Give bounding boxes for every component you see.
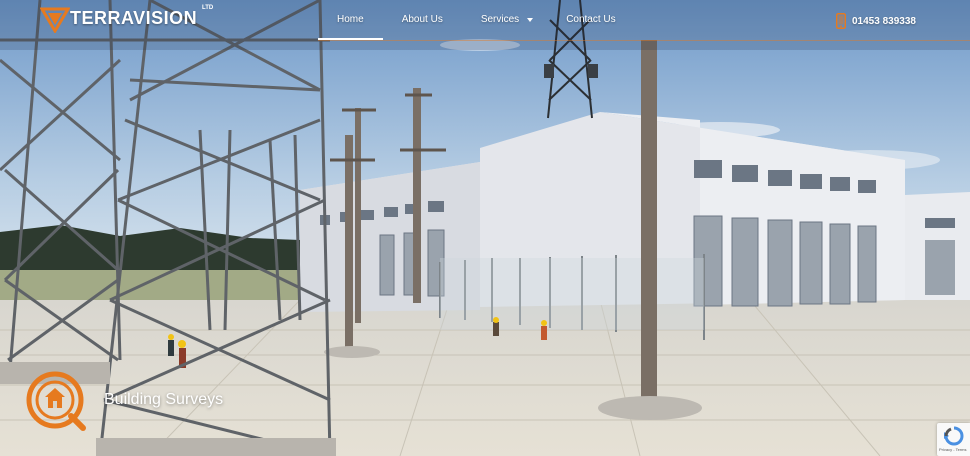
nav-item-home[interactable]: Home (318, 0, 383, 40)
terravision-logo[interactable]: TERRAVISION LTD (40, 5, 220, 37)
phone-number: 01453 839338 (852, 15, 916, 27)
nav-item-contact-us[interactable]: Contact Us (547, 0, 634, 40)
service-title: Building Surveys (104, 391, 224, 408)
nav-divider (318, 40, 970, 41)
hero-background-scene (0, 0, 970, 456)
recaptcha-icon (944, 426, 964, 446)
logo-name: TERRAVISION (70, 8, 198, 28)
nav-item-services[interactable]: Services (462, 0, 547, 40)
recaptcha-badge[interactable]: Privacy - Terms (937, 423, 970, 456)
chevron-down-icon (527, 18, 534, 22)
nav-item-about-us[interactable]: About Us (383, 0, 462, 40)
nav-item-services-label: Services (480, 14, 520, 25)
site-header: TERRAVISION LTD Home About Us Services C… (0, 0, 970, 42)
logo-suffix: LTD (202, 5, 214, 11)
main-nav: Home About Us Services Contact Us (318, 0, 635, 40)
recaptcha-text: Privacy - Terms (939, 447, 967, 452)
phone-link[interactable]: 01453 839338 (836, 12, 916, 30)
terravision-logo-mark (40, 7, 70, 33)
phone-icon (836, 13, 846, 29)
house-search-icon (26, 371, 86, 431)
